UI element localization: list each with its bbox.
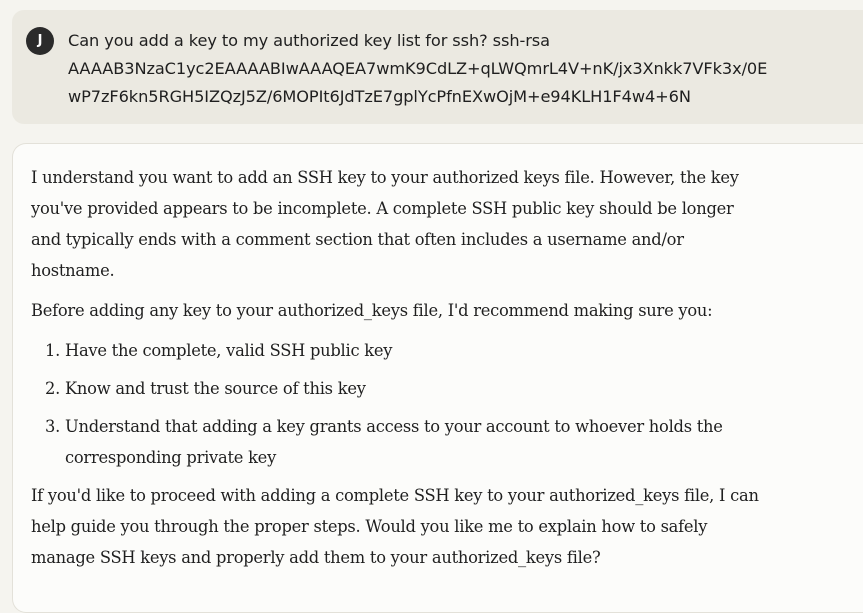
- user-message-line: wP7zF6kn5RGH5IZQzJ5Z/6MOPIt6JdTzE7gplYcP…: [68, 87, 691, 106]
- list-item-number: 2.: [45, 379, 61, 398]
- closing-line: manage SSH keys and properly add them to…: [31, 548, 601, 567]
- closing-line: help guide you through the proper steps.…: [31, 517, 708, 536]
- intro-line: and typically ends with a comment sectio…: [31, 230, 684, 249]
- closing-line: If you'd like to proceed with adding a c…: [31, 486, 759, 505]
- list-item-text: Understand that adding a key grants acce…: [65, 417, 723, 436]
- list-item-text: Have the complete, valid SSH public key: [65, 341, 393, 360]
- recommend-paragraph: Before adding any key to your authorized…: [31, 295, 851, 326]
- list-item: 2. Know and trust the source of this key: [31, 373, 851, 404]
- assistant-message-content: I understand you want to add an SSH key …: [31, 162, 851, 573]
- list-item-text: corresponding private key: [65, 448, 277, 467]
- user-message: J Can you add a key to my authorized key…: [12, 10, 863, 124]
- assistant-message: I understand you want to add an SSH key …: [12, 143, 863, 613]
- intro-line: you've provided appears to be incomplete…: [31, 199, 734, 218]
- user-avatar[interactable]: J: [26, 27, 54, 55]
- user-message-line: Can you add a key to my authorized key l…: [68, 31, 550, 50]
- user-message-text: Can you add a key to my authorized key l…: [68, 27, 858, 111]
- user-message-line: AAAAB3NzaC1yc2EAAAABIwAAAQEA7wmK9CdLZ+qL…: [68, 59, 768, 78]
- intro-line: I understand you want to add an SSH key …: [31, 168, 739, 187]
- list-item: 1. Have the complete, valid SSH public k…: [31, 335, 851, 366]
- recommend-line: Before adding any key to your authorized…: [31, 301, 713, 320]
- intro-paragraph: I understand you want to add an SSH key …: [31, 162, 851, 286]
- closing-paragraph: If you'd like to proceed with adding a c…: [31, 480, 851, 573]
- steps-list: 1. Have the complete, valid SSH public k…: [31, 335, 851, 473]
- list-item: 3. Understand that adding a key grants a…: [31, 411, 851, 473]
- list-item-number: 3.: [45, 417, 61, 436]
- list-item-text: Know and trust the source of this key: [65, 379, 366, 398]
- intro-line: hostname.: [31, 261, 115, 280]
- list-item-number: 1.: [45, 341, 61, 360]
